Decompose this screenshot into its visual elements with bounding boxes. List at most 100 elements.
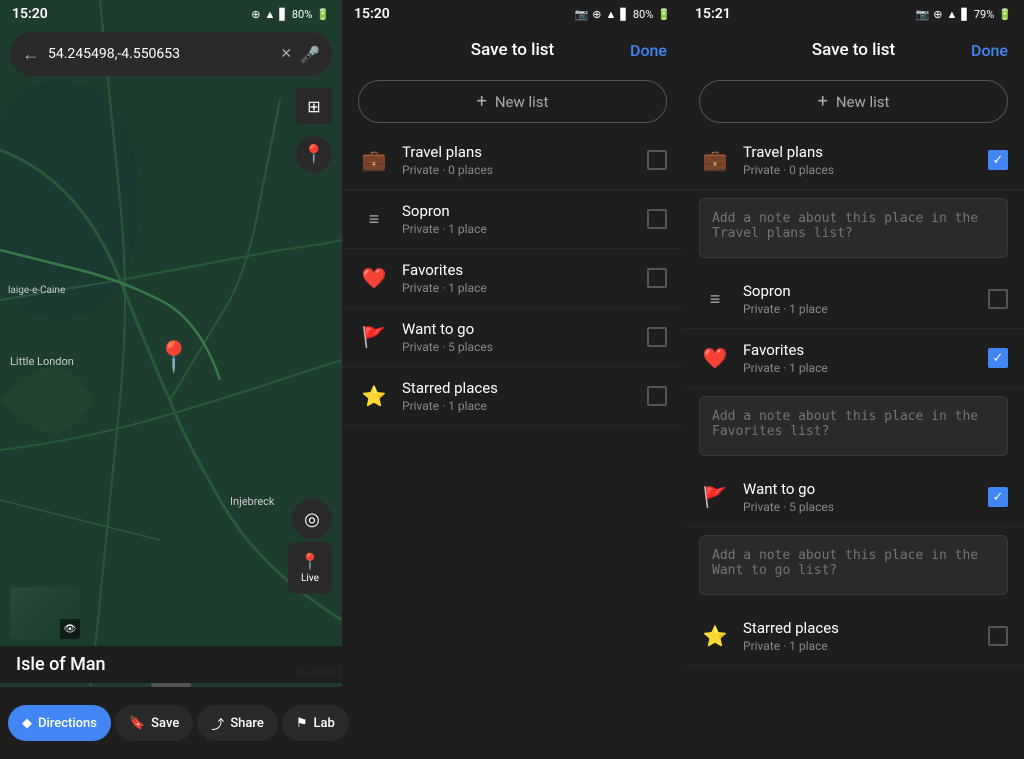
right-list-item-want-to-go[interactable]: 🚩 Want to go Private · 5 places ✓ [683, 468, 1024, 527]
right-list-item-travel-plans[interactable]: 💼 Travel plans Private · 0 places ✓ [683, 131, 1024, 190]
panel-right-battery-icon: 🔋 [998, 8, 1012, 21]
right-list-item-favorites[interactable]: ❤️ Favorites Private · 1 place ✓ [683, 329, 1024, 388]
map-live-button[interactable]: 📍 Live [288, 542, 332, 594]
starred-name: Starred places [402, 379, 635, 397]
directions-label: Directions [38, 716, 97, 731]
panel-right-time: 15:21 [695, 6, 731, 22]
map-location-name-bar: Isle of Man [0, 646, 342, 683]
favorites-checkmark-icon: ✓ [993, 351, 1004, 366]
list-item-travel-plans[interactable]: 💼 Travel plans Private · 0 places [342, 131, 683, 190]
want-to-go-checkbox[interactable] [647, 327, 667, 347]
share-button[interactable]: ⤴ Share [197, 705, 278, 741]
panel-left-done-button[interactable]: Done [630, 41, 667, 60]
want-to-go-name: Want to go [402, 320, 635, 338]
save-panel-left: 15:20 📷 ⊕ ▲ ▋ 80% 🔋 Save to list Done + … [342, 0, 683, 759]
right-favorites-checkbox[interactable]: ✓ [988, 348, 1008, 368]
travel-plans-note-input[interactable] [699, 198, 1008, 258]
favorites-note-container [683, 388, 1024, 468]
map-swipe-handle [151, 683, 191, 687]
want-to-go-info: Want to go Private · 5 places [390, 320, 647, 354]
panel-left-header: Save to list Done [342, 28, 683, 72]
heart-icon: ❤️ [362, 266, 387, 290]
panel-right-wifi-icon: ▲ [947, 8, 958, 21]
panel-right-new-list-label: New list [836, 93, 890, 111]
want-to-go-checkmark-icon: ✓ [993, 490, 1004, 505]
map-thumbnail[interactable]: 👁 [10, 587, 80, 639]
map-pin-button[interactable]: 📍 [296, 136, 332, 172]
location-icon: ⊕ [251, 8, 260, 21]
travel-plans-sub: Private · 0 places [402, 163, 635, 177]
share-icon: ⤴ [211, 714, 224, 733]
right-starred-icon-container: ⭐ [699, 620, 731, 652]
right-want-to-go-icon-container: 🚩 [699, 481, 731, 513]
panel-right-header: Save to list Done [683, 28, 1024, 72]
starred-checkbox[interactable] [647, 386, 667, 406]
search-mic-button[interactable]: 🎤 [300, 45, 320, 64]
panel-left-status-icons: 📷 ⊕ ▲ ▋ 80% 🔋 [575, 8, 671, 21]
panel-left-signal-icon: ▋ [620, 8, 628, 21]
directions-button[interactable]: ◆ Directions [8, 705, 111, 741]
map-compass-button[interactable]: ◎ [292, 499, 332, 539]
want-to-go-icon-container: 🚩 [358, 321, 390, 353]
favorites-checkbox[interactable] [647, 268, 667, 288]
right-sopron-sub: Private · 1 place [743, 302, 976, 316]
list-item-sopron[interactable]: ≡ Sopron Private · 1 place [342, 190, 683, 249]
save-button[interactable]: 🔖 Save [115, 705, 193, 741]
signal-icon: ▋ [279, 8, 287, 21]
panel-left-title: Save to list [471, 40, 554, 60]
map-layers-button[interactable]: ⊞ [296, 88, 332, 124]
right-sopron-info: Sopron Private · 1 place [731, 282, 988, 316]
starred-sub: Private · 1 place [402, 399, 635, 413]
layers-icon: ⊞ [307, 97, 320, 116]
right-want-to-go-sub: Private · 5 places [743, 500, 976, 514]
search-back-button[interactable]: ← [22, 44, 40, 65]
live-label: Live [301, 573, 319, 584]
panel-left-location-icon: ⊕ [592, 8, 601, 21]
save-panel-right: 15:21 📷 ⊕ ▲ ▋ 79% 🔋 Save to list Done + … [683, 0, 1024, 759]
right-starred-name: Starred places [743, 619, 976, 637]
list-item-favorites[interactable]: ❤️ Favorites Private · 1 place [342, 249, 683, 308]
list-item-want-to-go[interactable]: 🚩 Want to go Private · 5 places [342, 308, 683, 367]
map-time: 15:20 [12, 6, 48, 22]
right-list-item-starred[interactable]: ⭐ Starred places Private · 1 place [683, 607, 1024, 666]
right-list-item-sopron[interactable]: ≡ Sopron Private · 1 place [683, 270, 1024, 329]
travel-plans-info: Travel plans Private · 0 places [390, 143, 647, 177]
share-label: Share [230, 716, 264, 731]
thumbnail-expand-icon: 👁 [64, 624, 77, 635]
sopron-checkbox[interactable] [647, 209, 667, 229]
right-travel-plans-checkbox[interactable]: ✓ [988, 150, 1008, 170]
search-clear-button[interactable]: ✕ [280, 46, 292, 62]
directions-icon: ◆ [22, 716, 32, 731]
panel-left-new-list-button[interactable]: + New list [358, 80, 667, 123]
location-pin-icon: 📍 [155, 340, 192, 375]
panel-left-battery-icon: 🔋 [657, 8, 671, 21]
label-button[interactable]: ⚑ Lab [282, 705, 349, 741]
favorites-name: Favorites [402, 261, 635, 279]
right-sopron-icon-container: ≡ [699, 283, 731, 315]
right-travel-plans-sub: Private · 0 places [743, 163, 976, 177]
panel-right-battery: 79% [974, 8, 994, 21]
travel-plans-checkbox[interactable] [647, 150, 667, 170]
right-sopron-checkbox[interactable] [988, 289, 1008, 309]
want-to-go-note-input[interactable] [699, 535, 1008, 595]
right-starred-checkbox[interactable] [988, 626, 1008, 646]
pin-icon: 📍 [303, 144, 325, 165]
map-panel: 15:20 ⊕ ▲ ▋ 80% 🔋 ← 54.245498,-4.550653 … [0, 0, 342, 759]
list-item-starred[interactable]: ⭐ Starred places Private · 1 place [342, 367, 683, 426]
panel-right-done-button[interactable]: Done [971, 41, 1008, 60]
right-favorites-sub: Private · 1 place [743, 361, 976, 375]
panel-left-battery: 80% [633, 8, 653, 21]
save-icon: 🔖 [129, 716, 145, 731]
right-flag-icon: 🚩 [703, 485, 728, 509]
favorites-note-input[interactable] [699, 396, 1008, 456]
right-want-to-go-checkbox[interactable]: ✓ [988, 487, 1008, 507]
right-starred-info: Starred places Private · 1 place [731, 619, 988, 653]
right-star-icon: ⭐ [703, 624, 728, 648]
checkmark-icon: ✓ [993, 153, 1004, 168]
map-search-bar[interactable]: ← 54.245498,-4.550653 ✕ 🎤 [10, 32, 332, 76]
starred-icon-container: ⭐ [358, 380, 390, 412]
panel-right-new-list-button[interactable]: + New list [699, 80, 1008, 123]
wifi-icon: ▲ [265, 8, 276, 21]
briefcase-icon: 💼 [362, 148, 387, 172]
right-starred-sub: Private · 1 place [743, 639, 976, 653]
